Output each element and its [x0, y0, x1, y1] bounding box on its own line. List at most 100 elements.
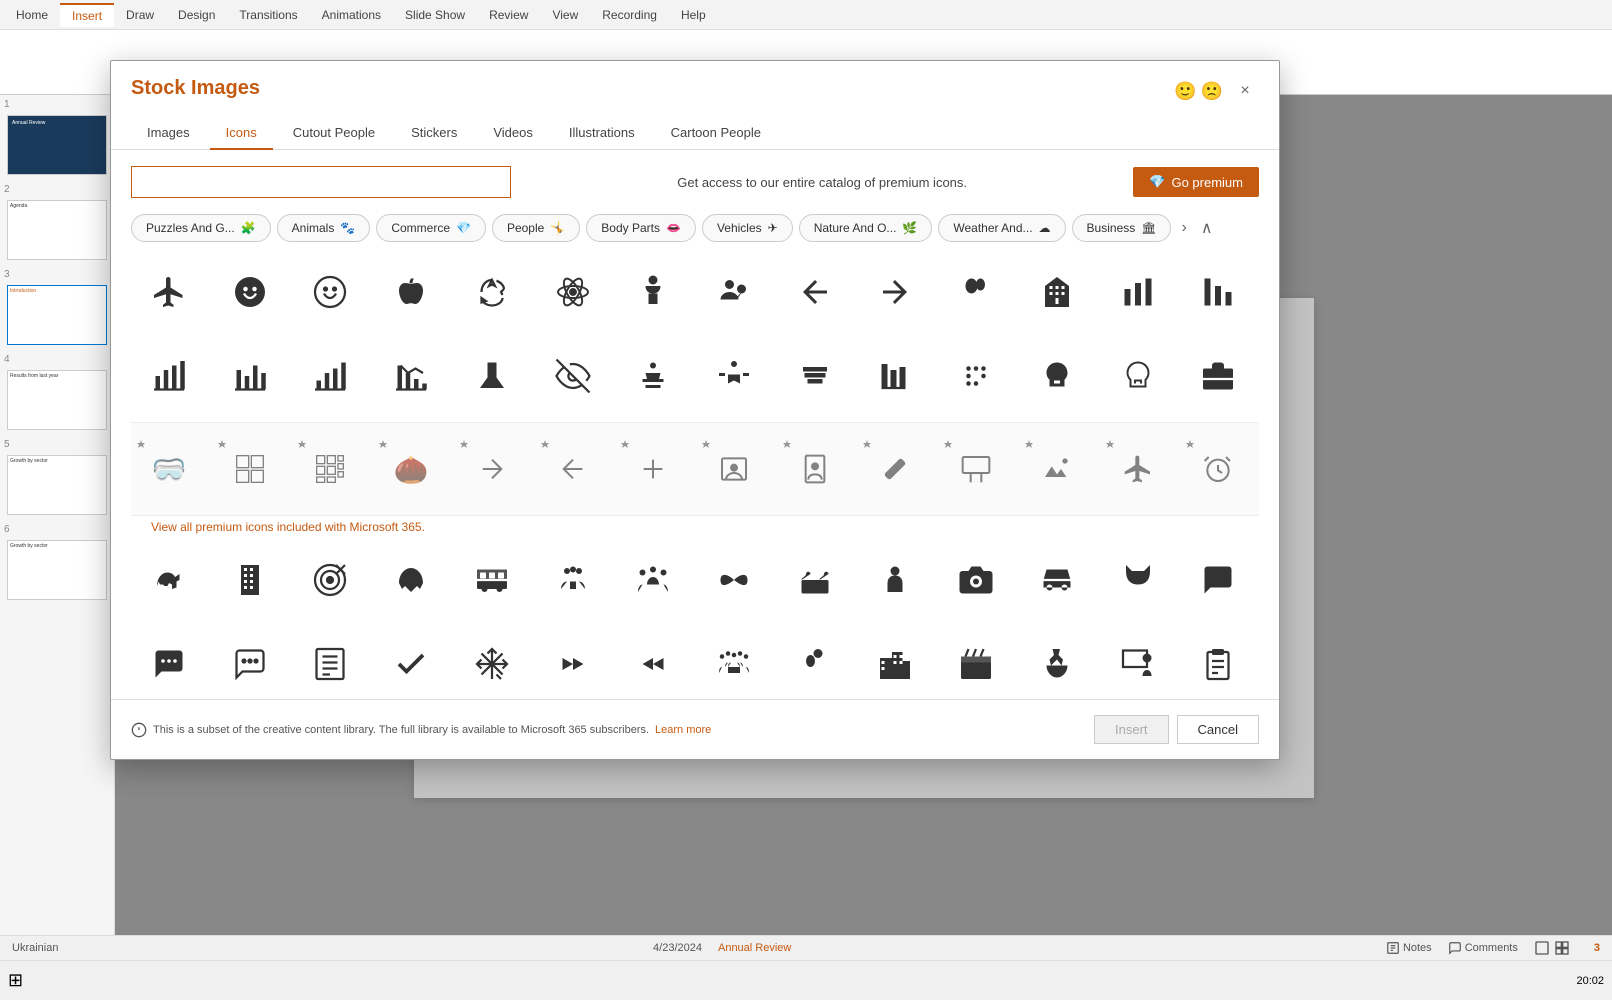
- tab-home[interactable]: Home: [4, 4, 60, 26]
- tab-draw[interactable]: Draw: [114, 4, 166, 26]
- tab-slideshow[interactable]: Slide Show: [393, 4, 477, 26]
- icon-camera[interactable]: [938, 542, 1014, 618]
- go-premium-button[interactable]: 💎 Go premium: [1133, 167, 1259, 197]
- tab-illustrations[interactable]: Illustrations: [553, 117, 651, 150]
- smiley-icon[interactable]: 🙂: [1174, 81, 1196, 102]
- icon-cake[interactable]: [777, 542, 853, 618]
- icon-book-chart[interactable]: [857, 338, 933, 414]
- icon-building[interactable]: [1019, 254, 1095, 330]
- icon-beaker[interactable]: [454, 338, 530, 414]
- icon-airplane[interactable]: [131, 254, 207, 330]
- icon-premium-acorn[interactable]: 🌰: [373, 431, 449, 507]
- icon-checklist[interactable]: [292, 626, 368, 692]
- icon-person-mic[interactable]: [857, 542, 933, 618]
- icon-premium-glasses[interactable]: 🥽: [131, 431, 207, 507]
- icon-brain1[interactable]: [1019, 338, 1095, 414]
- sad-icon[interactable]: 🙁: [1201, 81, 1223, 102]
- icon-chart-desc[interactable]: [131, 338, 207, 414]
- search-input[interactable]: [131, 166, 511, 198]
- icon-premium-alarm[interactable]: [1180, 431, 1256, 507]
- icon-butterfly[interactable]: [696, 542, 772, 618]
- normal-view-icon[interactable]: [1534, 940, 1550, 956]
- icon-chevrons-right[interactable]: [535, 626, 611, 692]
- icon-premium-grid1[interactable]: [212, 431, 288, 507]
- icon-snowflake[interactable]: [454, 626, 530, 692]
- icon-presentation-person[interactable]: [1100, 626, 1176, 692]
- icon-weightlifter[interactable]: [696, 338, 772, 414]
- cat-animals[interactable]: Animals 🐾: [277, 214, 371, 242]
- icon-chart-mixed[interactable]: [212, 338, 288, 414]
- tab-cutout-people[interactable]: Cutout People: [277, 117, 391, 150]
- icon-crowd2[interactable]: [615, 542, 691, 618]
- slide-thumb-3[interactable]: Introduction: [7, 285, 107, 345]
- icon-premium-bandage[interactable]: [857, 431, 933, 507]
- tab-transitions[interactable]: Transitions: [227, 4, 309, 26]
- icon-arrow-forward[interactable]: [857, 254, 933, 330]
- icon-target[interactable]: [292, 542, 368, 618]
- start-button[interactable]: ⊞: [8, 970, 23, 991]
- tab-view[interactable]: View: [540, 4, 590, 26]
- icon-balloons[interactable]: [938, 254, 1014, 330]
- icon-car[interactable]: [1019, 542, 1095, 618]
- slide-thumb-2[interactable]: Agenda: [7, 200, 107, 260]
- scroll-up-arrow[interactable]: ∧: [1197, 214, 1217, 242]
- icon-premium-landscape[interactable]: [1019, 431, 1095, 507]
- cat-nature[interactable]: Nature And O... 🌿: [799, 214, 933, 242]
- tab-stickers[interactable]: Stickers: [395, 117, 473, 150]
- icon-barchart2[interactable]: [1180, 254, 1256, 330]
- icon-eagle[interactable]: [373, 542, 449, 618]
- icon-premium-person-card[interactable]: [696, 431, 772, 507]
- icon-premium-grid2[interactable]: [292, 431, 368, 507]
- tab-review[interactable]: Review: [477, 4, 540, 26]
- slide-thumb-4[interactable]: Results from last year: [7, 370, 107, 430]
- tab-videos[interactable]: Videos: [477, 117, 549, 150]
- icon-person-balloon[interactable]: [777, 626, 853, 692]
- notes-button[interactable]: Notes: [1386, 941, 1432, 955]
- tab-icons[interactable]: Icons: [210, 117, 273, 150]
- icon-briefcase[interactable]: [1180, 338, 1256, 414]
- slide-thumb-1[interactable]: Annual Review: [7, 115, 107, 175]
- icon-crowd1[interactable]: [535, 542, 611, 618]
- icon-premium-plus[interactable]: [615, 431, 691, 507]
- tab-recording[interactable]: Recording: [590, 4, 669, 26]
- learn-more-link[interactable]: Learn more: [655, 724, 711, 736]
- icon-premium-plane[interactable]: [1100, 431, 1176, 507]
- icon-chat-dots2[interactable]: [212, 626, 288, 692]
- icon-cat[interactable]: [1100, 542, 1176, 618]
- icon-brain2[interactable]: [1100, 338, 1176, 414]
- icon-desk-work[interactable]: [615, 338, 691, 414]
- tab-design[interactable]: Design: [166, 4, 227, 26]
- cat-vehicles[interactable]: Vehicles ✈: [702, 214, 793, 242]
- cat-commerce[interactable]: Commerce 💎: [376, 214, 486, 242]
- icon-city-buildings[interactable]: [857, 626, 933, 692]
- icon-premium-arrow-left[interactable]: [535, 431, 611, 507]
- icon-baby[interactable]: [615, 254, 691, 330]
- icon-atom[interactable]: [535, 254, 611, 330]
- icon-premium-arrow-right[interactable]: [454, 431, 530, 507]
- icon-barchart1[interactable]: [1100, 254, 1176, 330]
- icon-bus[interactable]: [454, 542, 530, 618]
- icon-dinosaur[interactable]: [131, 542, 207, 618]
- icon-chart-down[interactable]: [373, 338, 449, 414]
- comments-button[interactable]: Comments: [1448, 941, 1518, 955]
- icon-clipboard[interactable]: [1180, 626, 1256, 692]
- icon-clapperboard[interactable]: [938, 626, 1014, 692]
- icon-chat-bubble[interactable]: [1180, 542, 1256, 618]
- slide-thumb-5[interactable]: Growth by sector: [7, 455, 107, 515]
- tab-insert[interactable]: Insert: [60, 3, 114, 27]
- icon-premium-contact[interactable]: [777, 431, 853, 507]
- tab-help[interactable]: Help: [669, 4, 718, 26]
- icon-chart-asc[interactable]: [292, 338, 368, 414]
- cat-people[interactable]: People 🤸: [492, 214, 580, 242]
- cancel-button[interactable]: Cancel: [1177, 715, 1259, 744]
- close-button[interactable]: ×: [1231, 77, 1259, 105]
- icon-premium-billboard[interactable]: [938, 431, 1014, 507]
- icon-spy[interactable]: [696, 254, 772, 330]
- cat-body-parts[interactable]: Body Parts 👄: [586, 214, 696, 242]
- insert-button[interactable]: Insert: [1094, 715, 1169, 744]
- tab-animations[interactable]: Animations: [310, 4, 393, 26]
- icon-apple[interactable]: [373, 254, 449, 330]
- scroll-right-arrow[interactable]: ›: [1177, 215, 1190, 241]
- icon-braille[interactable]: [938, 338, 1014, 414]
- icon-skyscraper[interactable]: [212, 542, 288, 618]
